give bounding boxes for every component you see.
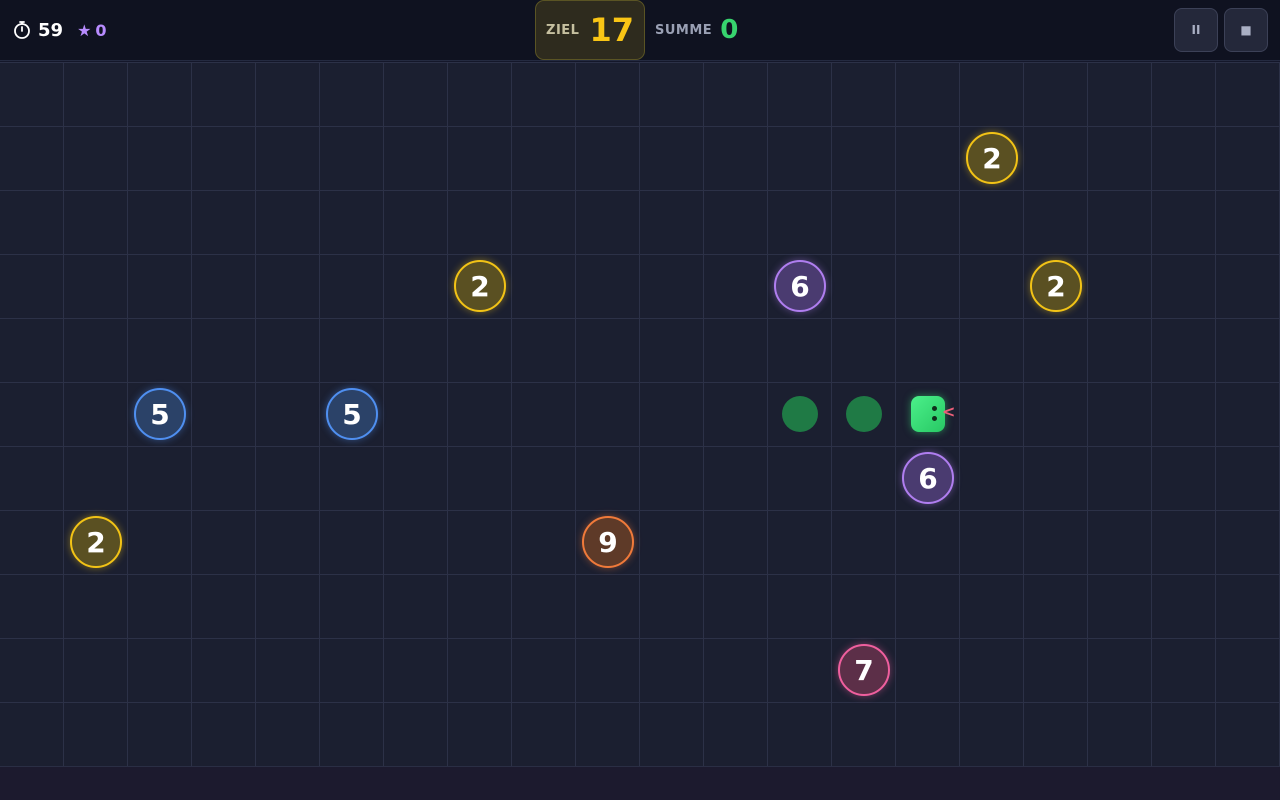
game-screen: 59 ★ 0 ZIEL 17 SUMME 0 II ■ 2 2 6 2 5 5 6 2 9 7 < (0, 0, 1280, 800)
star-icon: ★ (77, 20, 92, 40)
target-value: 17 (589, 11, 634, 49)
number-orb: 2 (454, 260, 506, 312)
stopwatch-icon (14, 21, 30, 39)
game-board[interactable] (0, 62, 1280, 766)
pause-icon: II (1191, 23, 1201, 37)
snake-eye (932, 406, 937, 411)
stop-button[interactable]: ■ (1224, 8, 1268, 52)
snake-body-segment (846, 396, 882, 432)
sum-display: SUMME 0 (655, 0, 738, 60)
number-orb: 6 (902, 452, 954, 504)
target-display: ZIEL 17 (535, 0, 645, 60)
number-orb: 7 (838, 644, 890, 696)
hud-stats: 59 ★ 0 (12, 16, 107, 44)
snake-eye (932, 416, 937, 421)
pause-button[interactable]: II (1174, 8, 1218, 52)
star-count: 0 (95, 20, 107, 40)
number-orb: 5 (134, 388, 186, 440)
snake-tongue: < (942, 402, 956, 421)
target-label: ZIEL (546, 22, 580, 38)
hud-bar: 59 ★ 0 ZIEL 17 SUMME 0 II ■ (0, 0, 1280, 61)
snake-head (911, 396, 945, 432)
number-orb: 9 (582, 516, 634, 568)
sum-label: SUMME (655, 22, 713, 38)
snake-body-segment (782, 396, 818, 432)
number-orb: 5 (326, 388, 378, 440)
number-orb: 6 (774, 260, 826, 312)
stop-icon: ■ (1240, 23, 1252, 37)
timer-value: 59 (38, 19, 64, 41)
number-orb: 2 (1030, 260, 1082, 312)
sum-value: 0 (720, 15, 739, 45)
number-orb: 2 (966, 132, 1018, 184)
bottom-bar (0, 766, 1280, 800)
number-orb: 2 (70, 516, 122, 568)
